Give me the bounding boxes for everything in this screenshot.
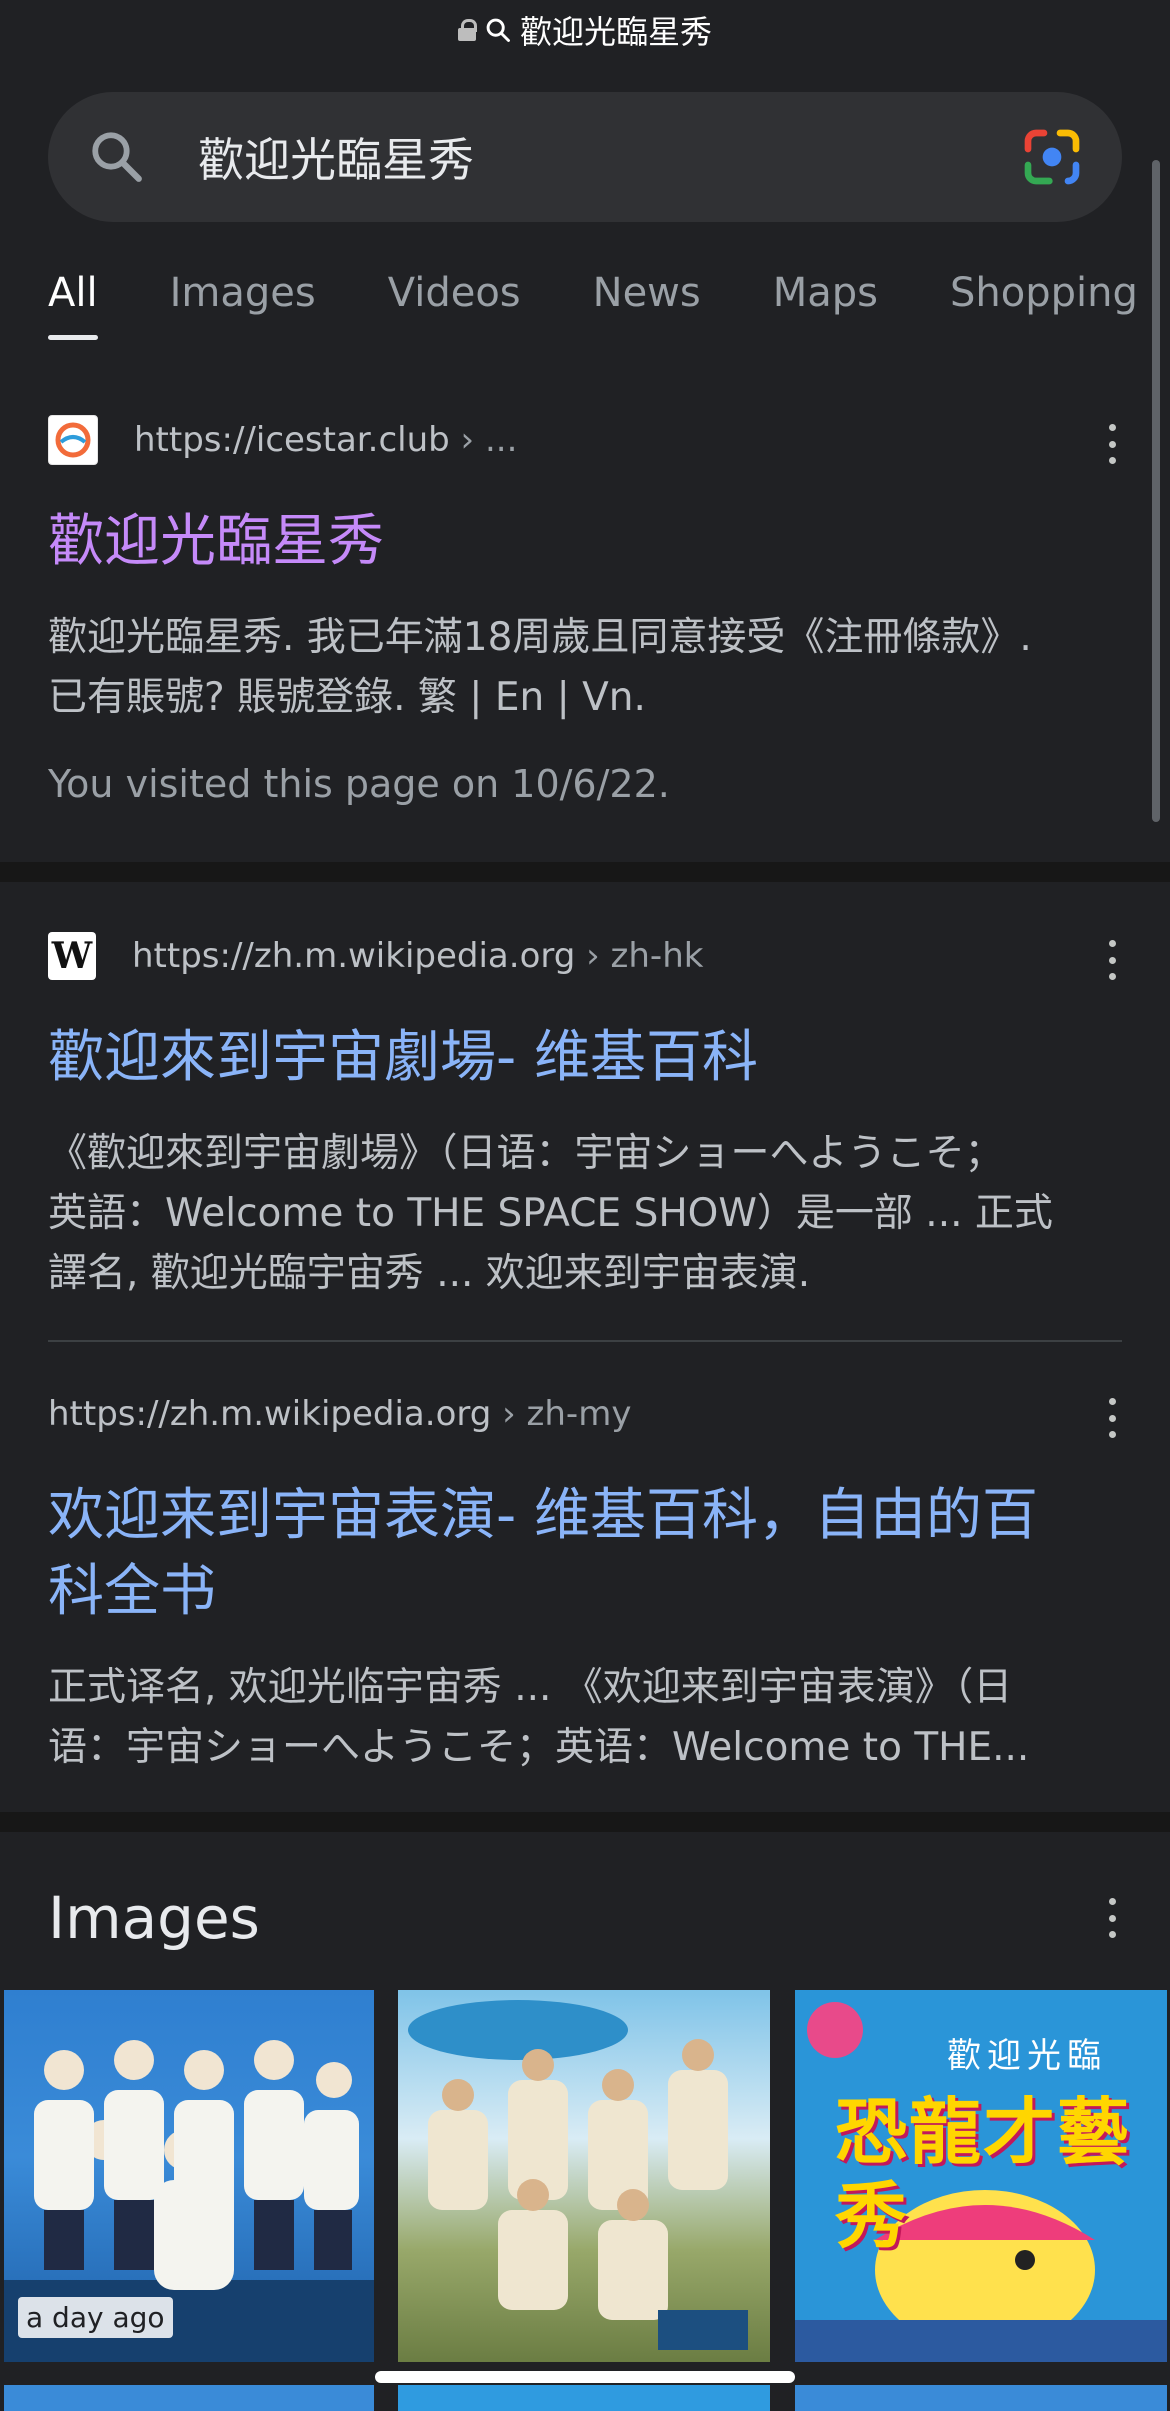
image-thumbnail[interactable] xyxy=(398,2385,770,2411)
result-source[interactable]: W https://zh.m.wikipedia.org › zh-hk xyxy=(48,930,1122,982)
lock-icon xyxy=(457,19,477,41)
image-thumbnail[interactable] xyxy=(795,2385,1167,2411)
search-icon[interactable] xyxy=(88,128,146,186)
image-age-badge: a day ago xyxy=(18,2297,173,2338)
poster-photo-icon xyxy=(408,2000,748,2350)
result-snippet: 歡迎光臨星秀. 我已年滿18周歲且同意接受《注冊條款》. 已有賬號? 賬號登錄.… xyxy=(48,615,1032,720)
search-tabs: All Images Videos News Maps Shopping xyxy=(48,270,1170,340)
more-options-icon[interactable] xyxy=(1102,1398,1122,1438)
result-url: https://icestar.club › ... xyxy=(134,420,518,460)
wikipedia-favicon-icon: W xyxy=(48,932,96,980)
tab-shopping[interactable]: Shopping xyxy=(950,270,1138,340)
image-thumbnail[interactable]: a day ago xyxy=(4,1990,374,2362)
tab-all[interactable]: All xyxy=(48,270,98,340)
address-bar-text: 歡迎光臨星秀 xyxy=(519,13,712,51)
images-section-heading: Images xyxy=(48,1884,260,1952)
more-options-icon[interactable] xyxy=(1102,1898,1122,1938)
result-snippet: 正式译名, 欢迎光临宇宙秀 ... 《欢迎来到宇宙表演》（日 语：宇宙ショーへよ… xyxy=(48,1665,1030,1770)
tab-videos[interactable]: Videos xyxy=(388,270,521,340)
result-divider xyxy=(48,1340,1122,1342)
address-bar[interactable]: 歡迎光臨星秀 xyxy=(0,8,1170,52)
google-lens-icon[interactable] xyxy=(1020,125,1084,189)
book-cover-subtitle: 歡迎光臨 xyxy=(947,2036,1107,2076)
search-icon xyxy=(486,18,510,42)
result-title-link[interactable]: 欢迎来到宇宙表演- 维基百科，自由的百 科全书 xyxy=(48,1478,1122,1630)
search-results-page: 歡迎光臨星秀 歡迎光臨星秀 All Images Videos News Map… xyxy=(0,0,1170,2411)
search-result: W https://zh.m.wikipedia.org › zh-hk 歡迎來… xyxy=(48,930,1122,1304)
home-indicator[interactable] xyxy=(375,2371,795,2383)
image-thumbnail[interactable] xyxy=(4,2385,374,2411)
visited-note: You visited this page on 10/6/22. xyxy=(48,762,670,806)
search-box[interactable]: 歡迎光臨星秀 xyxy=(48,92,1122,222)
result-source[interactable]: https://icestar.club › ... xyxy=(48,414,1122,466)
result-source[interactable]: https://zh.m.wikipedia.org › zh-my xyxy=(48,1388,1122,1440)
section-divider xyxy=(0,862,1170,882)
book-cover-title: 恐龍才藝秀 xyxy=(835,2090,1132,2258)
result-url: https://zh.m.wikipedia.org › zh-my xyxy=(48,1394,632,1434)
scrollbar[interactable] xyxy=(1152,160,1160,822)
search-input[interactable]: 歡迎光臨星秀 xyxy=(198,124,1020,190)
section-divider xyxy=(0,1812,1170,1832)
tab-news[interactable]: News xyxy=(593,270,701,340)
tab-maps[interactable]: Maps xyxy=(773,270,878,340)
result-title-link[interactable]: 歡迎來到宇宙劇場- 维基百科 xyxy=(48,1020,1122,1096)
result-snippet: 《歡迎來到宇宙劇場》（日语：宇宙ショーへようこそ； 英語：Welcome to … xyxy=(48,1131,1053,1296)
image-thumbnails: a day ago 歡迎光臨 恐龍才藝秀 xyxy=(0,1990,1170,2362)
tab-images[interactable]: Images xyxy=(170,270,316,340)
more-options-icon[interactable] xyxy=(1102,424,1122,464)
icestar-favicon-icon xyxy=(48,415,98,465)
search-result: https://zh.m.wikipedia.org › zh-my 欢迎来到宇… xyxy=(48,1388,1122,1778)
search-result: https://icestar.club › ... 歡迎光臨星秀 歡迎光臨星秀… xyxy=(48,414,1122,806)
result-url: https://zh.m.wikipedia.org › zh-hk xyxy=(132,936,704,976)
more-options-icon[interactable] xyxy=(1102,940,1122,980)
image-thumbnail[interactable] xyxy=(398,1990,770,2362)
result-title-link[interactable]: 歡迎光臨星秀 xyxy=(48,504,1122,580)
image-thumbnail[interactable]: 歡迎光臨 恐龍才藝秀 xyxy=(795,1990,1167,2362)
